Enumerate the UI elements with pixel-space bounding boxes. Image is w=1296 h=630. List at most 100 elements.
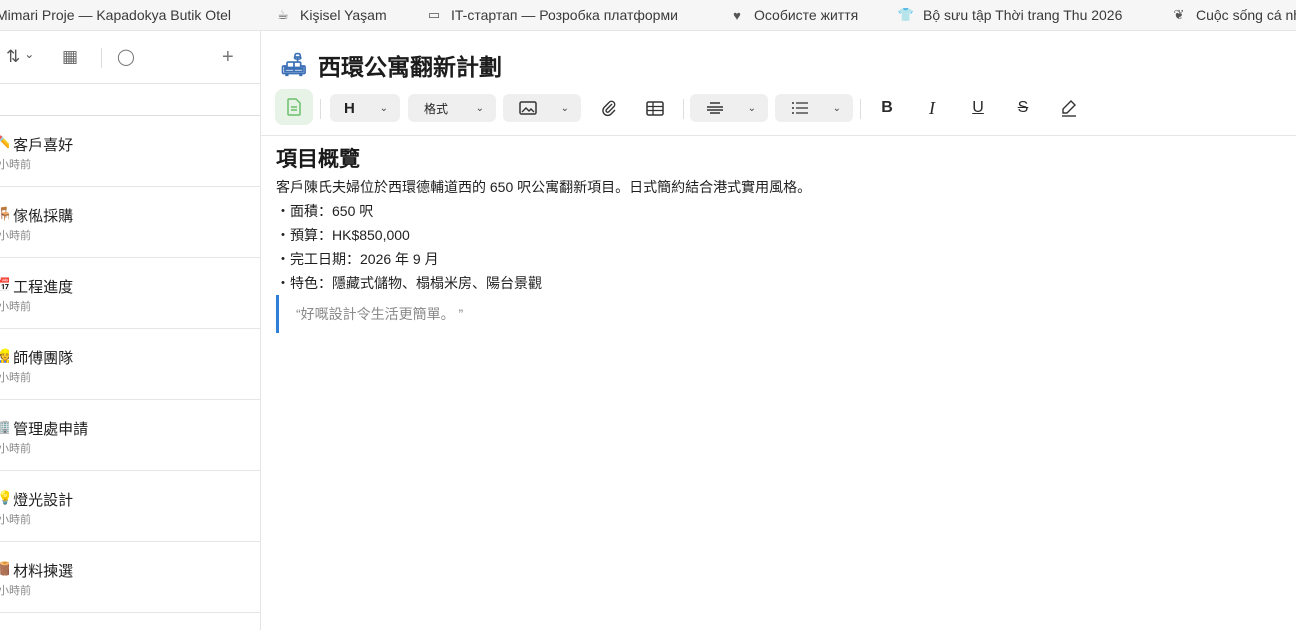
tab-label: Kişisel Yaşam — [300, 7, 387, 23]
chevron-down-icon: ⌄ — [475, 102, 484, 114]
list-dropdown[interactable]: ⌄ — [775, 94, 853, 122]
wood-icon: 🪵 — [0, 561, 9, 577]
tab-osobyste-zhyttia[interactable]: ♥ Особисте життя — [728, 0, 858, 30]
note-title: 👷 師傅團隊 — [0, 347, 73, 368]
tab-kisisel-yasam[interactable]: ☕ Kişisel Yaşam — [274, 0, 387, 30]
note-title-text: 燈光設計 — [13, 492, 74, 509]
tab-label: Cuộc sống cá nhân — [1196, 7, 1296, 23]
tab-mimari-proje[interactable]: Mimari Proje — Kapadokya Butik Otel — [0, 0, 231, 30]
leaf-icon: ❦ — [1173, 7, 1185, 22]
note-title-text: 傢俬採購 — [13, 208, 74, 225]
chevron-down-icon: ⌄ — [832, 102, 841, 114]
sort-button[interactable]: ⇅ ⌄ — [6, 46, 34, 68]
office-building-icon: 🏢 — [0, 419, 9, 435]
check-circle-icon: ◯ — [117, 49, 135, 66]
note-title-text: 管理處申請 — [13, 421, 89, 438]
tab-bar: Mimari Proje — Kapadokya Butik Otel ☕ Ki… — [0, 0, 1296, 31]
note-time: 小時前 — [0, 230, 31, 242]
toolbar-separator — [860, 99, 861, 119]
toolbar-separator — [320, 99, 321, 119]
document-mode-button[interactable] — [275, 89, 313, 125]
bullet-area: ・面積：650 呎 — [276, 203, 374, 219]
note-time: 小時前 — [0, 443, 31, 455]
intro-paragraph: 客戶陳氏夫婦位於西環德輔道西的 650 呎公寓翻新項目。日式簡約結合港式實用風格… — [276, 179, 812, 195]
plus-icon: + — [222, 45, 234, 68]
heading-label: H — [344, 99, 355, 117]
chair-icon: 🪑 — [0, 206, 9, 222]
chevron-down-icon: ⌄ — [747, 102, 756, 114]
format-label: 格式 — [424, 101, 449, 116]
paperclip-icon — [602, 100, 616, 117]
calendar-icon: 📅 — [0, 277, 9, 293]
block-quote: “好嘅設計令生活更簡單。 ” — [276, 295, 463, 333]
bold-button[interactable]: B — [874, 91, 900, 125]
worker-icon: 👷 — [0, 348, 9, 364]
note-item-management-application[interactable]: 🏢 管理處申請 小時前 — [0, 400, 260, 471]
image-dropdown[interactable]: ⌄ — [503, 94, 581, 122]
heart-icon: ♥ — [733, 7, 741, 23]
page-title[interactable]: 🛋 西環公寓翻新計劃 — [280, 48, 502, 82]
note-title: 💡 燈光設計 — [0, 489, 73, 510]
note-body[interactable]: 項目概覽 客戶陳氏夫婦位於西環德輔道西的 650 呎公寓翻新項目。日式簡約結合港… — [276, 145, 1276, 333]
chevron-down-icon: ⌄ — [379, 102, 388, 114]
note-title: ✏️ 客戶喜好 — [0, 134, 73, 155]
tab-label: Bộ sưu tập Thời trang Thu 2026 — [923, 7, 1123, 23]
sidebar-search-bar[interactable] — [0, 83, 260, 116]
toolbar-separator — [683, 99, 684, 119]
underline-button[interactable]: U — [965, 91, 991, 125]
note-title: 🪵 材料揀選 — [0, 560, 73, 581]
note-title: 🏢 管理處申請 — [0, 418, 88, 439]
tab-bo-suu-tap[interactable]: 👕 Bộ sưu tập Thời trang Thu 2026 — [897, 0, 1122, 30]
laptop-icon: ▭ — [427, 7, 441, 22]
sidebar: ⇅ ⌄ ▦ ◯ + ✏️ 客戶喜好 小時前 🪑 傢俬採購 小時前 📅 工程進度 … — [0, 31, 261, 630]
highlight-button[interactable] — [1056, 91, 1082, 125]
document-icon — [287, 98, 301, 116]
note-editor: 🛋 西環公寓翻新計劃 H ⌄ 格式 ⌄ ⌄ ⌄ ⌄ B I U S 項目概覽 客… — [261, 31, 1296, 630]
attach-button[interactable] — [596, 91, 622, 125]
tab-it-startup[interactable]: ▭ IT-стартап — Розробка платформи — [425, 0, 678, 30]
block-quote-dropdown[interactable]: ⌄ — [690, 94, 768, 122]
note-title: 📅 工程進度 — [0, 276, 73, 297]
text-block-icon — [707, 102, 723, 114]
note-item-project-progress[interactable]: 📅 工程進度 小時前 — [0, 258, 260, 329]
note-title-text: 師傅團隊 — [13, 350, 74, 367]
highlighter-icon — [1062, 100, 1076, 117]
tshirt-icon: 👕 — [897, 7, 915, 22]
tab-cuoc-song[interactable]: ❦ Cuộc sống cá nhân — [1170, 0, 1296, 30]
note-item-client-preferences[interactable]: ✏️ 客戶喜好 小時前 — [0, 116, 260, 187]
tab-label: Mimari Proje — Kapadokya Butik Otel — [0, 7, 231, 23]
toolbar-divider — [261, 135, 1296, 136]
sofa-icon: 🛋 — [280, 52, 308, 77]
note-item-furniture-purchase[interactable]: 🪑 傢俬採購 小時前 — [0, 187, 260, 258]
note-title-text: 客戶喜好 — [13, 137, 74, 154]
note-item-material-selection[interactable]: 🪵 材料揀選 小時前 — [0, 542, 260, 613]
chevron-down-icon: ⌄ — [560, 102, 569, 114]
note-time: 小時前 — [0, 301, 31, 313]
note-title: 🪑 傢俬採購 — [0, 205, 73, 226]
select-button[interactable]: ◯ — [117, 46, 135, 68]
image-icon — [519, 101, 537, 115]
format-dropdown[interactable]: 格式 ⌄ — [408, 94, 496, 122]
note-title-text: 材料揀選 — [13, 563, 74, 580]
table-button[interactable] — [642, 91, 668, 125]
cup-icon: ☕ — [277, 7, 289, 22]
note-time: 小時前 — [0, 585, 31, 597]
note-title-text: 工程進度 — [13, 279, 74, 296]
italic-button[interactable]: I — [919, 91, 945, 125]
strikethrough-button[interactable]: S — [1010, 91, 1036, 125]
list-icon — [792, 102, 808, 114]
format-toolbar: H ⌄ 格式 ⌄ ⌄ ⌄ ⌄ B I U S — [275, 89, 1285, 125]
bullet-completion-date: ・完工日期：2026 年 9 月 — [276, 251, 439, 267]
section-heading: 項目概覽 — [276, 148, 360, 171]
add-note-button[interactable]: + — [222, 46, 234, 68]
note-time: 小時前 — [0, 514, 31, 526]
toolbar-divider — [101, 48, 102, 68]
note-item-workers-team[interactable]: 👷 師傅團隊 小時前 — [0, 329, 260, 400]
view-toggle-button[interactable]: ▦ — [62, 46, 78, 68]
lightbulb-icon: 💡 — [0, 490, 9, 506]
sidebar-toolbar: ⇅ ⌄ ▦ ◯ + — [0, 31, 260, 83]
bullet-features: ・特色：隱藏式儲物、榻榻米房、陽台景觀 — [276, 275, 542, 291]
heading-dropdown[interactable]: H ⌄ — [330, 94, 400, 122]
note-item-lighting-design[interactable]: 💡 燈光設計 小時前 — [0, 471, 260, 542]
gallery-view-icon: ▦ — [62, 47, 79, 66]
